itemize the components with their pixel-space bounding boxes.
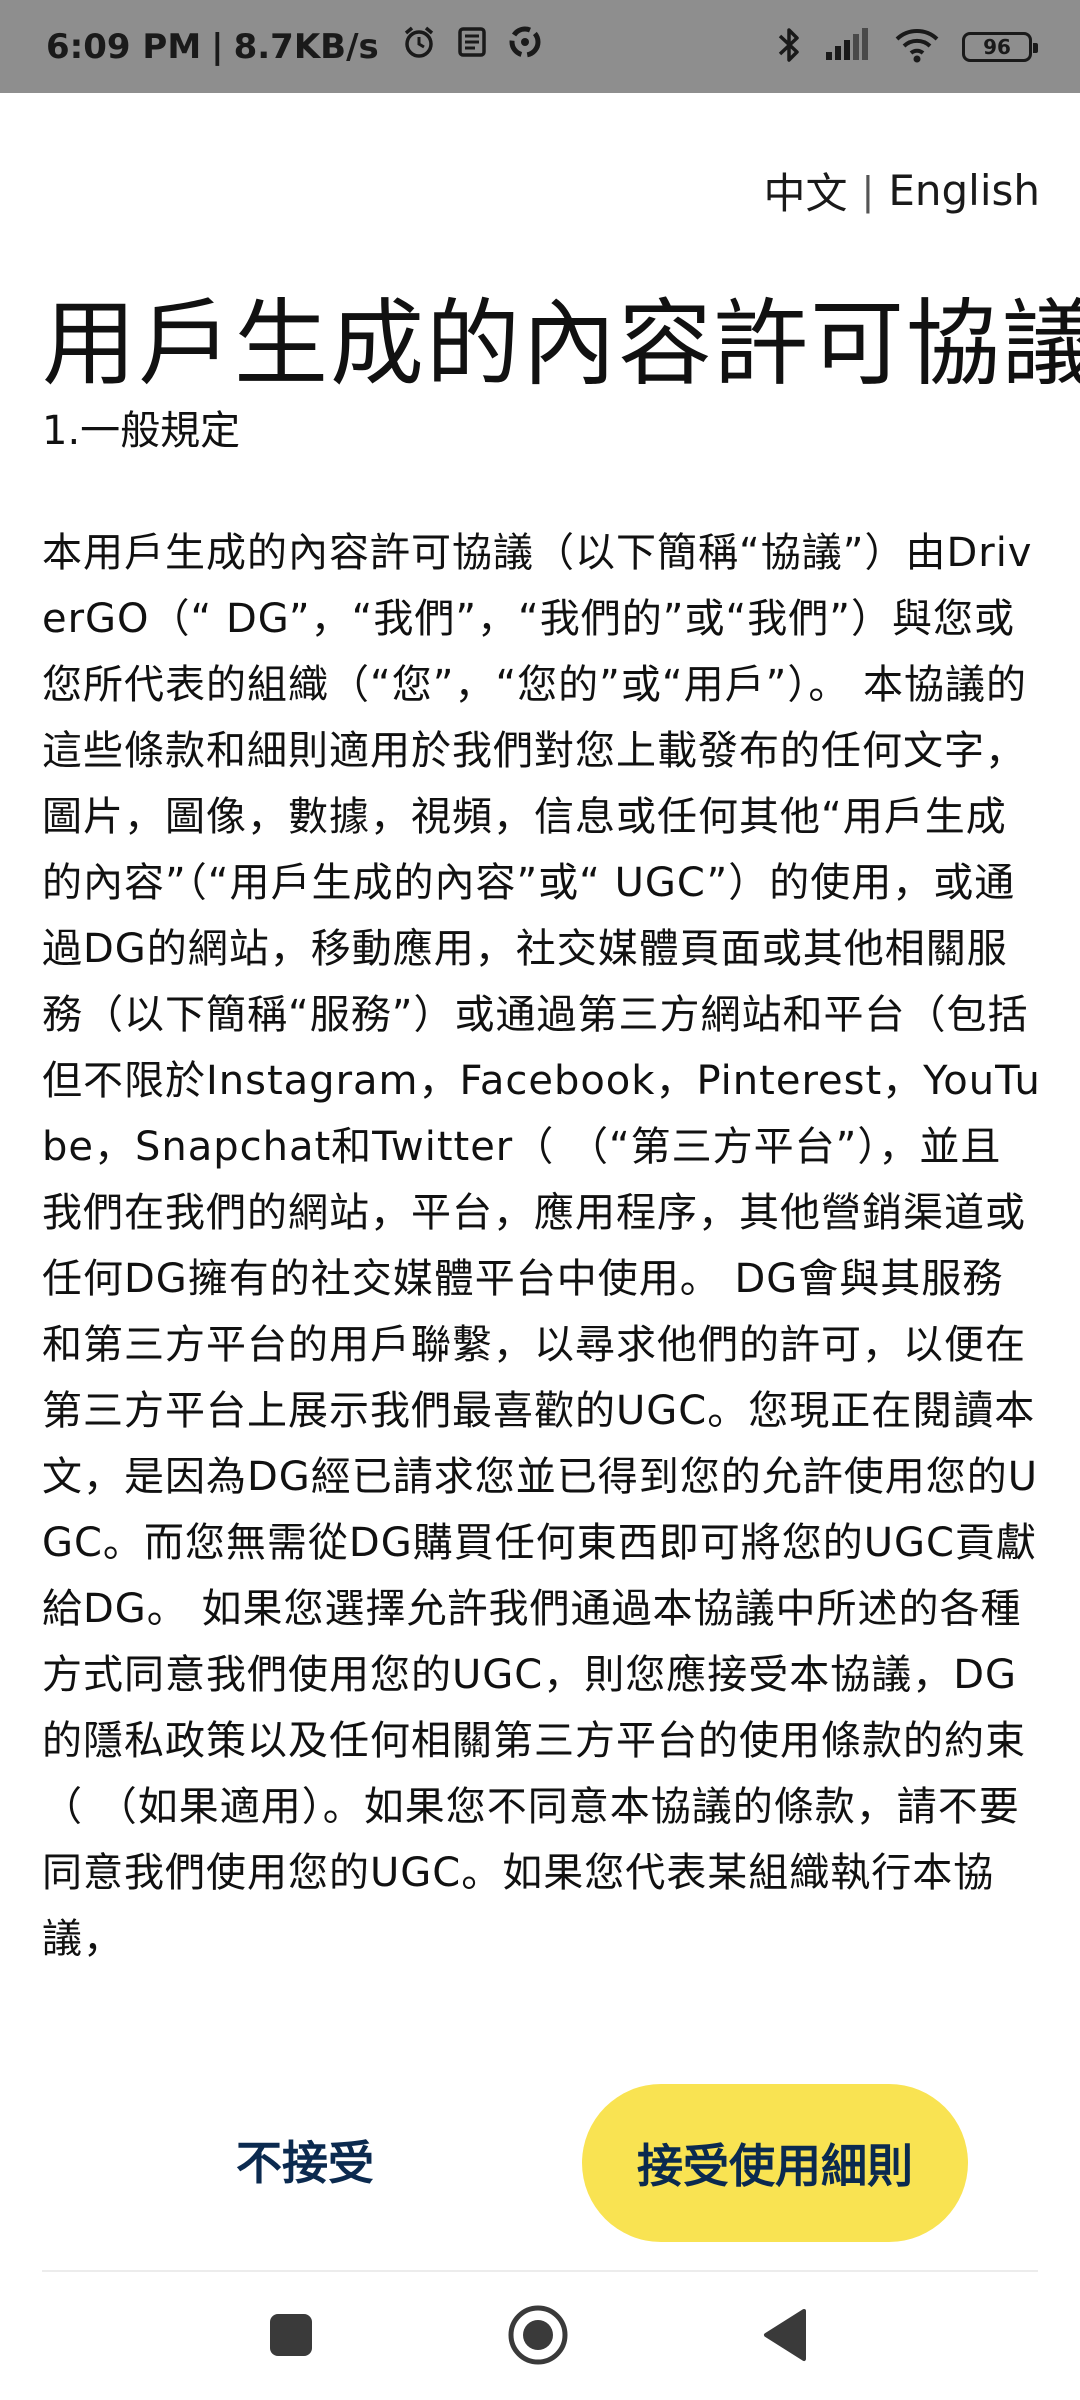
wifi-icon [894, 27, 940, 67]
signal-icon [824, 27, 872, 66]
home-icon[interactable] [503, 2300, 573, 2370]
scroll-fade [0, 2010, 1080, 2050]
language-chinese[interactable]: 中文 [764, 160, 848, 221]
alarm-icon [401, 24, 437, 69]
language-english[interactable]: English [888, 166, 1040, 215]
section-heading: 1.一般規定 [42, 408, 241, 454]
status-icons [401, 24, 543, 69]
navigation-bar [0, 2272, 1080, 2400]
status-time: 6:09 PM [46, 26, 202, 67]
news-icon [455, 25, 489, 68]
agreement-text[interactable]: 本用戶生成的內容許可協議（以下簡稱“協議”）由DriverGO（“ DG”，“我… [42, 520, 1042, 2042]
status-left: 6:09 PM | 8.7KB/s [46, 24, 543, 69]
battery-level: 96 [983, 34, 1011, 59]
language-switch: 中文 | English [764, 160, 1040, 221]
back-icon[interactable] [750, 2300, 820, 2370]
recents-icon[interactable] [258, 2302, 324, 2368]
status-bar: 6:09 PM | 8.7KB/s 96 [0, 0, 1080, 93]
page-title: 用戶生成的內容許可協議 [42, 290, 1080, 399]
decline-button[interactable]: 不接受 [160, 2085, 450, 2235]
status-separator: | [211, 26, 224, 67]
bluetooth-icon [776, 26, 802, 68]
accept-button[interactable]: 接受使用細則 [582, 2084, 968, 2242]
sync-icon [507, 24, 543, 69]
language-divider: | [861, 168, 875, 213]
network-speed: 8.7KB/s [233, 26, 379, 67]
status-right: 96 [776, 26, 1038, 68]
battery-icon: 96 [962, 31, 1038, 62]
